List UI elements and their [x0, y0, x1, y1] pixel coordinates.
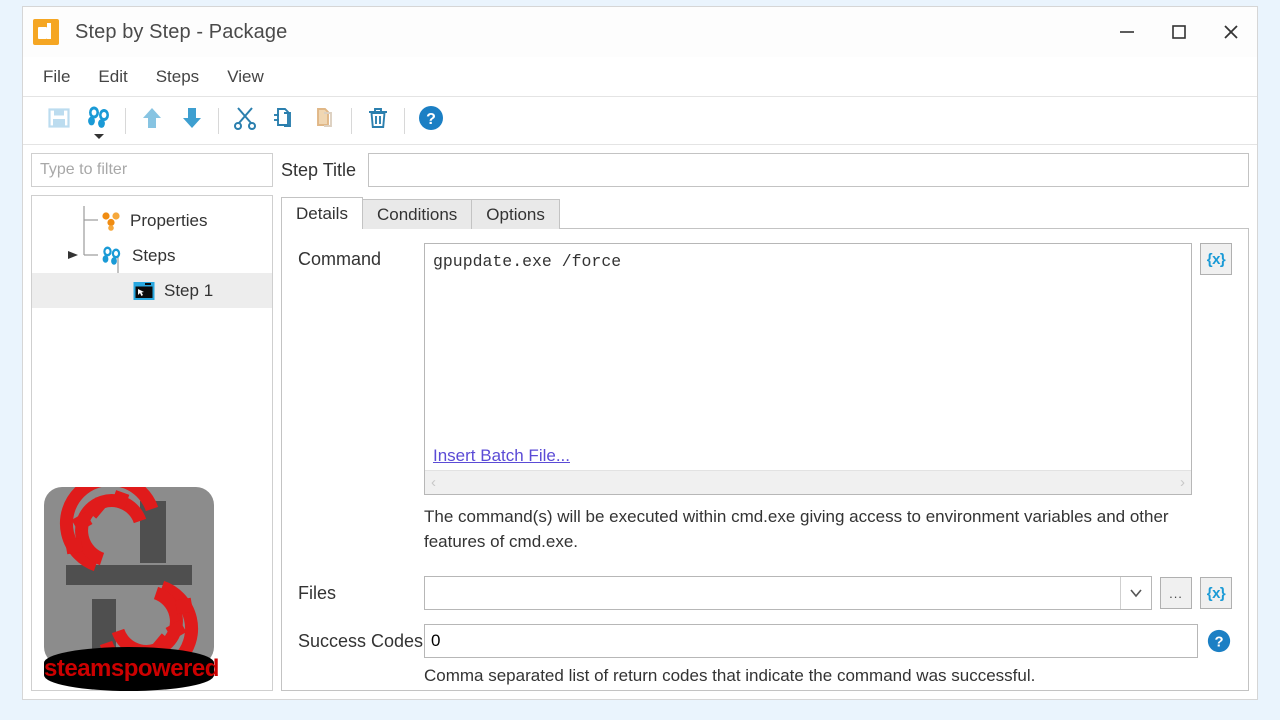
insert-batch-file-link[interactable]: Insert Batch File...: [425, 446, 578, 470]
properties-icon: [100, 210, 122, 232]
command-editor[interactable]: gpupdate.exe /force Insert Batch File...…: [424, 243, 1192, 495]
footprints-icon: [100, 245, 124, 267]
success-codes-hint: Comma separated list of return codes tha…: [424, 666, 1036, 686]
files-combobox[interactable]: [424, 576, 1152, 611]
step-title-row: Step Title: [281, 153, 1249, 187]
files-browse-button[interactable]: ...: [1160, 577, 1192, 610]
scissors-icon: [232, 105, 258, 136]
toolbar-separator: [351, 107, 352, 134]
success-codes-help-icon[interactable]: ?: [1206, 628, 1232, 654]
files-variable-button[interactable]: {x}: [1200, 577, 1232, 610]
menu-item-file[interactable]: File: [43, 67, 70, 87]
command-row: Command gpupdate.exe /force Insert Batch…: [298, 243, 1232, 495]
app-icon: [33, 19, 59, 45]
success-codes-input[interactable]: [424, 624, 1198, 659]
right-pane: Step Title Details Conditions Options Co…: [281, 153, 1249, 691]
toolbar: ?: [23, 97, 1257, 145]
chevron-down-icon[interactable]: [1120, 577, 1151, 610]
move-down-button[interactable]: [172, 101, 212, 141]
left-pane: Properties: [31, 153, 273, 691]
tab-strip: Details Conditions Options: [281, 197, 1249, 229]
arrow-down-icon: [179, 105, 205, 136]
save-icon: [46, 105, 72, 136]
screen: Step by Step - Package File Edit Steps V…: [0, 0, 1280, 720]
details-panel: Command gpupdate.exe /force Insert Batch…: [281, 228, 1249, 691]
files-label: Files: [298, 582, 337, 603]
success-codes-row: Success Codes ?: [298, 624, 1232, 659]
window-controls: [1101, 7, 1257, 57]
steps-button[interactable]: [79, 101, 119, 141]
chevron-down-icon[interactable]: [94, 133, 104, 139]
command-label: Command: [298, 249, 382, 269]
scroll-left-icon[interactable]: ‹: [431, 474, 436, 491]
help-icon: ?: [417, 104, 445, 137]
files-input[interactable]: [425, 577, 1120, 610]
maximize-icon[interactable]: [1153, 7, 1205, 57]
menu-bar: File Edit Steps View: [23, 57, 1257, 97]
command-hint: The command(s) will be executed within c…: [424, 507, 1169, 551]
trash-icon: [365, 105, 391, 136]
menu-item-view[interactable]: View: [227, 67, 264, 87]
tree-item-properties[interactable]: Properties: [32, 203, 272, 238]
command-variable-button[interactable]: {x}: [1200, 243, 1232, 275]
variable-icon: {x}: [1206, 250, 1226, 268]
help-button[interactable]: ?: [411, 101, 451, 141]
copy-icon: [272, 105, 298, 136]
toolbar-separator: [218, 107, 219, 134]
title-bar: Step by Step - Package: [23, 7, 1257, 57]
tree-item-label: Steps: [132, 245, 176, 265]
toolbar-separator: [125, 107, 126, 134]
filter-input[interactable]: [31, 153, 273, 187]
step-tree[interactable]: Properties Steps Step 1: [31, 195, 273, 691]
main-body: Properties: [23, 145, 1257, 699]
tab-options[interactable]: Options: [471, 199, 560, 229]
tab-conditions[interactable]: Conditions: [361, 199, 473, 229]
tree-item-step-1[interactable]: Step 1: [32, 273, 272, 308]
menu-item-edit[interactable]: Edit: [98, 67, 127, 87]
command-text[interactable]: gpupdate.exe /force: [425, 244, 1191, 446]
tree-item-steps[interactable]: Steps: [32, 238, 272, 273]
files-row: Files ... {x}: [298, 576, 1232, 611]
command-horizontal-scrollbar[interactable]: ‹ ›: [425, 470, 1191, 494]
success-codes-label: Success Codes: [298, 630, 424, 651]
tab-details[interactable]: Details: [281, 197, 363, 229]
footprints-icon: [85, 105, 113, 136]
variable-icon: {x}: [1206, 584, 1226, 602]
save-button[interactable]: [39, 101, 79, 141]
window-title: Step by Step - Package: [75, 20, 288, 43]
app-window: Step by Step - Package File Edit Steps V…: [22, 6, 1258, 700]
scroll-right-icon[interactable]: ›: [1180, 474, 1185, 491]
paste-icon: [312, 105, 338, 136]
minimize-icon[interactable]: [1101, 7, 1153, 57]
console-icon: [132, 280, 156, 302]
tree-item-label: Step 1: [164, 280, 214, 300]
arrow-up-icon: [139, 105, 165, 136]
move-up-button[interactable]: [132, 101, 172, 141]
cut-button[interactable]: [225, 101, 265, 141]
paste-button[interactable]: [305, 101, 345, 141]
close-icon[interactable]: [1205, 7, 1257, 57]
svg-text:?: ?: [426, 111, 436, 128]
toolbar-separator: [404, 107, 405, 134]
ellipsis-icon: ...: [1169, 585, 1183, 601]
step-title-input[interactable]: [368, 153, 1249, 187]
menu-item-steps[interactable]: Steps: [156, 67, 199, 87]
delete-button[interactable]: [358, 101, 398, 141]
copy-button[interactable]: [265, 101, 305, 141]
tree-item-label: Properties: [130, 210, 208, 230]
step-title-label: Step Title: [281, 159, 357, 180]
svg-text:?: ?: [1214, 635, 1223, 651]
